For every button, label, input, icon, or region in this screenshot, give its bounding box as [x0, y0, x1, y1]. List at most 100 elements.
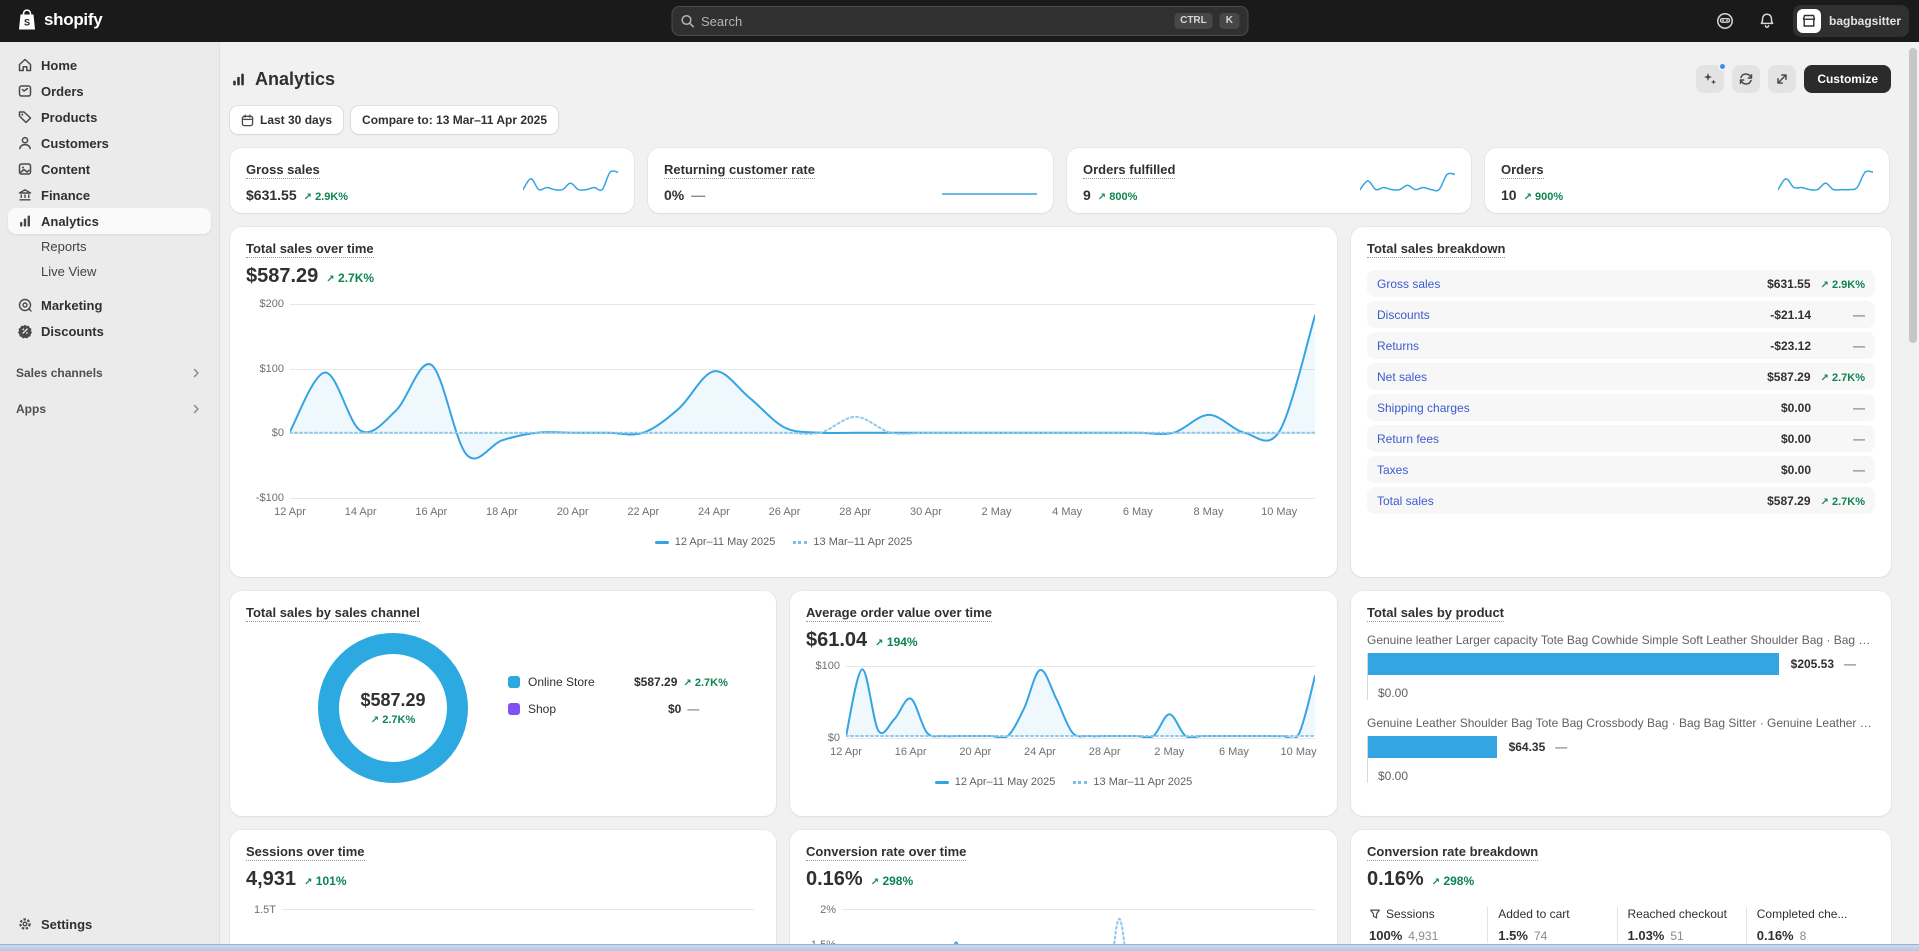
sidebar-section-apps[interactable]: Apps	[0, 402, 219, 416]
page-title: Analytics	[230, 69, 335, 90]
chart-title[interactable]: Total sales breakdown	[1367, 241, 1506, 258]
sidekick-insights-button[interactable]	[1696, 62, 1728, 93]
legend-swatch-compare	[793, 540, 808, 544]
bar-no-change: —	[1844, 657, 1857, 671]
chart-value: 0.16%	[806, 868, 863, 890]
table-row: Returns -$23.12—	[1367, 332, 1875, 359]
breakdown-link[interactable]: Net sales	[1377, 370, 1427, 384]
product-label: Genuine Leather Shoulder Bag Tote Bag Cr…	[1367, 716, 1875, 730]
sidebar-item-reports[interactable]: Reports	[8, 234, 211, 259]
breakdown-link[interactable]: Taxes	[1377, 463, 1408, 477]
x-axis: 12 Apr 16 Apr 20 Apr 24 Apr 28 Apr 2 May 6 May…	[830, 746, 1317, 758]
chart-legend: 12 Apr–11 May 2025 13 Mar–11 Apr 2025	[806, 776, 1321, 788]
sidebar-item-home[interactable]: Home	[8, 52, 211, 78]
y-axis-label: 1.5T	[253, 904, 276, 916]
comparison-value: $0.00	[1378, 769, 1409, 783]
total-sales-breakdown-card: Total sales breakdown Gross sales $631.5…	[1351, 227, 1891, 577]
sidebar-item-label: Settings	[41, 916, 93, 932]
chart-title[interactable]: Total sales over time	[246, 241, 374, 258]
bell-icon	[1760, 13, 1774, 29]
aov-plot: $100 $0	[816, 660, 1315, 744]
gear-icon	[16, 916, 33, 933]
kpi-card-orders-fulfilled[interactable]: Orders fulfilled 9 ↗ 800%	[1067, 148, 1471, 213]
discount-icon	[16, 323, 33, 340]
funnel-icon	[1370, 909, 1380, 919]
breakdown-link[interactable]: Shipping charges	[1377, 401, 1470, 415]
chart-delta: ↗ 101%	[304, 874, 347, 888]
breakdown-link[interactable]: Discounts	[1377, 308, 1430, 322]
kpi-card-orders[interactable]: Orders 10 ↗ 900%	[1485, 148, 1889, 213]
chart-title[interactable]: Conversion rate breakdown	[1367, 844, 1539, 861]
sidebar-item-content[interactable]: Content	[8, 156, 211, 182]
x-axis: 12 Apr 14 Apr 16 Apr 18 Apr 20 Apr 22 Apr 24 A…	[274, 506, 1298, 518]
chart-title[interactable]: Total sales by product	[1367, 605, 1505, 622]
vertical-scrollbar[interactable]	[1909, 48, 1917, 343]
search-input[interactable]: Search CTRL K	[671, 6, 1248, 36]
sidebar-item-label: Orders	[41, 83, 84, 99]
breakdown-link[interactable]: Total sales	[1377, 494, 1434, 508]
breakdown-link[interactable]: Return fees	[1377, 432, 1439, 446]
sidebar-item-settings[interactable]: Settings	[8, 911, 211, 937]
sidebar-section-sales-channels[interactable]: Sales channels	[0, 366, 219, 380]
channel-legend: Online Store $587.29 ↗ 2.7K% Shop $0—	[508, 675, 728, 716]
breakdown-link[interactable]: Returns	[1377, 339, 1419, 353]
funnel-step: Added to cart 1.5% 74	[1487, 907, 1616, 943]
chart-title[interactable]: Conversion rate over time	[806, 844, 967, 861]
shopify-logo[interactable]: S shopify	[16, 8, 103, 32]
customize-button[interactable]: Customize	[1804, 65, 1891, 93]
shopify-bag-icon: S	[19, 9, 35, 30]
legend-swatch-compare	[1073, 780, 1088, 784]
metric-no-change: —	[691, 187, 706, 203]
kpi-card-returning-customer-rate[interactable]: Returning customer rate 0% —	[648, 148, 1053, 213]
sidebar-item-customers[interactable]: Customers	[8, 130, 211, 156]
person-icon	[16, 135, 33, 152]
sidebar-item-live-view[interactable]: Live View	[8, 259, 211, 284]
sidebar-item-marketing[interactable]: Marketing	[8, 292, 211, 318]
metric-title[interactable]: Orders fulfilled	[1083, 162, 1176, 179]
funnel-step: Reached checkout 1.03% 51	[1616, 907, 1746, 943]
legend-swatch-shop	[508, 703, 520, 715]
notification-dot	[1718, 62, 1728, 71]
kpi-card-gross-sales[interactable]: Gross sales $631.55 ↗ 2.9K%	[230, 148, 634, 213]
account-menu[interactable]: bagbagsitter	[1792, 5, 1909, 37]
metric-delta: ↗ 800%	[1097, 191, 1138, 203]
metric-title[interactable]: Gross sales	[246, 162, 320, 179]
sidebar-item-label: Home	[41, 57, 78, 73]
date-range-button[interactable]: Last 30 days	[230, 106, 344, 134]
bar-chart-icon	[16, 213, 33, 230]
sidebar-item-label: Discounts	[41, 323, 104, 339]
chart-title[interactable]: Sessions over time	[246, 844, 365, 861]
search-icon	[680, 14, 694, 28]
sidebar-item-discounts[interactable]: Discounts	[8, 318, 211, 344]
product-bar-group: $205.53 — $0.00	[1367, 653, 1875, 700]
refresh-button[interactable]	[1732, 65, 1761, 93]
metric-title[interactable]: Returning customer rate	[664, 162, 815, 179]
svg-text:S: S	[24, 18, 30, 28]
sidebar-item-products[interactable]: Products	[8, 104, 211, 130]
sidebar-item-orders[interactable]: Orders	[8, 78, 211, 104]
expand-button[interactable]	[1768, 65, 1797, 93]
sidebar-item-label: Content	[41, 161, 91, 177]
home-icon	[16, 57, 33, 74]
metric-title[interactable]: Orders	[1501, 162, 1544, 179]
sidebar-item-finance[interactable]: Finance	[8, 182, 211, 208]
shortcut-k: K	[1219, 13, 1239, 29]
calendar-icon	[241, 113, 254, 126]
notifications-button[interactable]	[1751, 5, 1783, 37]
funnel-step-label: Added to cart	[1498, 907, 1570, 921]
average-order-value-card: Average order value over time $61.04 ↗ 1…	[790, 591, 1337, 816]
megaphone-icon	[16, 297, 33, 314]
bottom-overlay-strip	[0, 944, 1919, 951]
sidebar: Home Orders Products Customers Content F…	[0, 42, 220, 951]
image-icon	[16, 161, 33, 178]
chart-title[interactable]: Total sales by sales channel	[246, 605, 420, 622]
funnel-step-label: Completed che...	[1756, 907, 1848, 921]
sidekick-button[interactable]	[1709, 5, 1741, 37]
sidebar-item-analytics[interactable]: Analytics	[8, 208, 211, 234]
breakdown-link[interactable]: Gross sales	[1377, 277, 1440, 291]
chart-title[interactable]: Average order value over time	[806, 605, 992, 622]
store-avatar	[1796, 9, 1821, 33]
compare-button[interactable]: Compare to: 13 Mar–11 Apr 2025	[351, 106, 559, 134]
legend-label: 12 Apr–11 May 2025	[954, 776, 1056, 788]
legend-label: Shop	[528, 702, 557, 716]
